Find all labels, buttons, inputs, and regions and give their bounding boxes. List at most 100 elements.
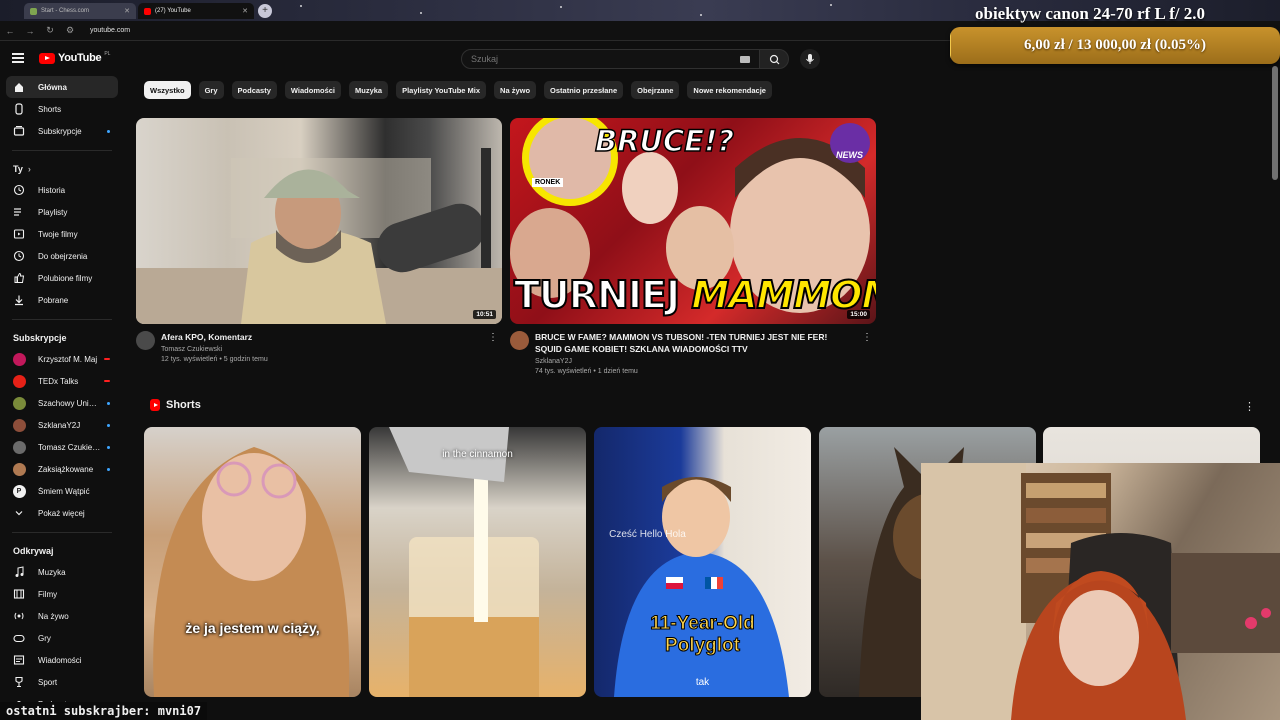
sidebar-item-pokaż-więcej[interactable]: Pokaż więcej [6,502,118,524]
channel-avatar [12,462,26,476]
filter-chip[interactable]: Obejrzane [631,81,680,99]
sidebar-item-krzysztof-m-maj[interactable]: Krzysztof M. Maj [6,348,118,370]
url-field[interactable]: youtube.com [90,27,130,34]
sidebar-item-szklanay2j[interactable]: SzklanaY2J [6,414,118,436]
sidebar-item-podcasty[interactable]: Podcasty [6,693,118,702]
video-thumbnail[interactable]: BRUCE!? RONEK NEWS TURNIEJ MAMMONA? 15:0… [510,118,876,324]
sidebar-item-główna[interactable]: Główna [6,76,118,98]
sidebar-item-tedx-talks[interactable]: TEDx Talks [6,370,118,392]
search-box [461,49,761,69]
close-tab-icon[interactable]: ✕ [124,7,130,15]
sidebar-item-label: Główna [38,82,67,92]
video-duration: 10:51 [473,310,496,319]
streamer-webcam [921,463,1280,720]
browser-tab-youtube[interactable]: (27) YouTube ✕ [138,3,254,19]
back-arrow-icon[interactable]: ← [4,26,16,36]
tab-label: (27) YouTube [155,8,191,14]
short-card[interactable]: Cześć Hello Hola 11-Year-Old Polyglot ta… [594,427,811,697]
forward-arrow-icon[interactable]: → [24,26,36,36]
video-channel[interactable]: SzklanaY2J [535,358,853,365]
sidebar-item-muzyka[interactable]: Muzyka [6,561,118,583]
filter-chip[interactable]: Podcasty [231,81,277,99]
country-code: PL [104,51,111,57]
hamburger-menu-icon[interactable] [12,53,24,63]
close-tab-icon[interactable]: ✕ [242,7,248,15]
filter-chip[interactable]: Ostatnio przesłane [544,81,624,99]
filter-chip[interactable]: Na żywo [494,81,537,99]
logo-wordmark: YouTube [58,52,102,64]
sidebar-item-szachowy-uniwe[interactable]: Szachowy Uniwe... [6,392,118,414]
sidebar-item-label: Szachowy Uniwe... [38,398,102,408]
short-card[interactable]: że ja jestem w ciąży, [144,427,361,697]
sidebar-item-historia[interactable]: Historia [6,179,118,201]
goal-amount: 6,00 zł / 13 000,00 zł (0.05%) [1023,37,1207,53]
sidebar-item-sport[interactable]: Sport [6,671,118,693]
filter-chip[interactable]: Wiadomości [284,81,341,99]
chevron-right-icon: › [27,164,31,174]
video-meta: BRUCE W FAME? MAMMON VS TUBSON! -TEN TUR… [510,331,876,375]
reload-icon[interactable]: ↻ [44,25,56,36]
sidebar-item-label: Pobrane [38,295,69,305]
sidebar-item-na-żywo[interactable]: Na żywo [6,605,118,627]
sidebar-item-playlisty[interactable]: Playlisty [6,201,118,223]
sidebar-item-label: Śmiem Wątpić [38,486,90,496]
sidebar-item-filmy[interactable]: Filmy [6,583,118,605]
filter-chip[interactable]: Gry [198,81,224,99]
filter-chip[interactable]: Muzyka [349,81,389,99]
page-scrollbar[interactable] [1272,66,1278,180]
microphone-icon [806,54,814,64]
sidebar-item-twoje-filmy[interactable]: Twoje filmy [6,223,118,245]
sidebar-subs-heading: Subskrypcje [0,328,124,348]
video-duration: 15:00 [847,310,870,319]
sidebar-item-polubione-filmy[interactable]: Polubione filmy [6,267,118,289]
more-options-icon[interactable]: ⋮ [862,332,872,343]
channel-avatar [12,374,26,388]
sidebar-item-label: SzklanaY2J [38,420,81,430]
video-card[interactable]: BRUCE!? RONEK NEWS TURNIEJ MAMMONA? 15:0… [510,118,876,375]
browser-tab-chess[interactable]: Start - Chess.com ✕ [24,3,136,19]
sidebar-item-label: Tomasz Czukiew... [38,442,102,452]
sidebar: Główna Shorts Subskrypcje Ty › Historia Pla… [0,76,124,702]
webcam-scene [921,463,1280,720]
subs-heading-label: Subskrypcje [13,333,67,343]
search-icon [769,54,780,65]
sidebar-item-pobrane[interactable]: Pobrane [6,289,118,311]
filter-chip[interactable]: Nowe rekomendacje [687,81,772,99]
keyboard-icon[interactable] [740,56,750,63]
filter-chip[interactable]: Wszystko [144,81,191,99]
sidebar-item-tomasz-czukiew[interactable]: Tomasz Czukiew... [6,436,118,458]
sidebar-item-label: Twoje filmy [38,229,78,239]
sidebar-item-zaksiążkowane[interactable]: Zaksiążkowane [6,458,118,480]
sidebar-item-shorts[interactable]: Shorts [6,98,118,120]
new-tab-button[interactable]: + [258,4,272,18]
search-input[interactable] [471,54,721,64]
channel-avatar[interactable] [136,331,155,350]
video-channel[interactable]: Tomasz Czukiewski [161,346,481,353]
sidebar-item-label: Gry [38,633,51,643]
sidebar-item-wiadomości[interactable]: Wiadomości [6,649,118,671]
sidebar-you-heading[interactable]: Ty › [0,159,124,179]
filter-chip[interactable]: Playlisty YouTube Mix [396,81,487,99]
sidebar-item-subskrypcje[interactable]: Subskrypcje [6,120,118,142]
channel-avatar [12,396,26,410]
shorts-more-options-icon[interactable]: ⋮ [1244,400,1255,413]
new-content-dot [107,423,110,427]
channel-avatar[interactable] [510,331,529,350]
sidebar-item-śmiem-wątpić[interactable]: P Śmiem Wątpić [6,480,118,502]
video-card[interactable]: 10:51 Afera KPO, Komentarz Tomasz Czukie… [136,118,502,363]
short-scene [153,447,350,697]
voice-search-button[interactable] [800,49,820,69]
sidebar-item-do-obejrzenia[interactable]: Do obejrzenia [6,245,118,267]
video-title[interactable]: Afera KPO, Komentarz [161,331,481,343]
sidebar-item-label: Filmy [38,589,58,599]
video-thumbnail[interactable]: 10:51 [136,118,502,324]
youtube-logo[interactable]: YouTube PL [39,51,111,64]
video-title[interactable]: BRUCE W FAME? MAMMON VS TUBSON! -TEN TUR… [535,331,853,355]
more-options-icon[interactable]: ⋮ [488,332,498,343]
sidebar-section-main: Główna Shorts Subskrypcje [0,76,124,142]
search-button[interactable] [759,49,789,69]
sidebar-item-gry[interactable]: Gry [6,627,118,649]
site-info-icon[interactable]: ⚙ [64,25,76,36]
thumbnail-badge: NEWS [836,150,863,160]
short-card[interactable]: in the cinnamon [369,427,586,697]
